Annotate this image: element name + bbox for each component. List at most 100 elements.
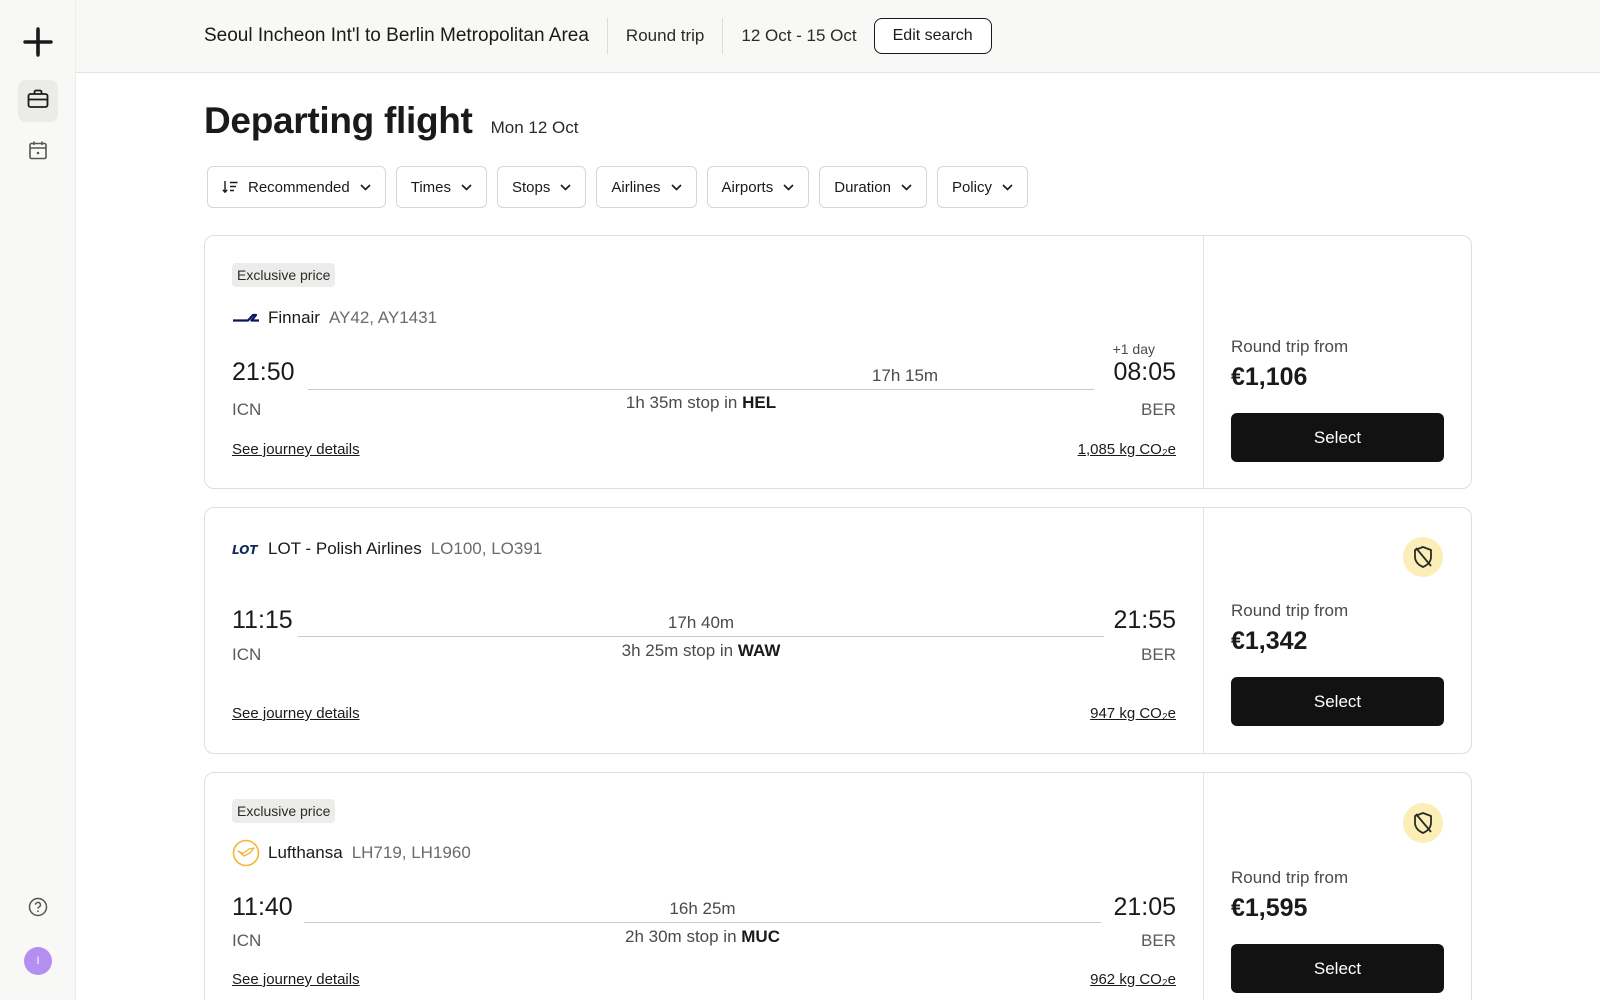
filter-policy[interactable]: Policy (936, 166, 1028, 208)
out-of-policy-shield-icon[interactable] (1403, 803, 1443, 843)
departure-date: Mon 12 Oct (490, 118, 579, 137)
out-of-policy-shield-icon[interactable] (1403, 537, 1443, 577)
filter-airports[interactable]: Airports (706, 166, 810, 208)
chevron-down-icon (670, 183, 682, 191)
lufthansa-logo-icon (232, 839, 260, 867)
stop-duration: 2h 30m stop in (625, 927, 737, 946)
sort-icon (222, 180, 238, 194)
see-journey-details-link[interactable]: See journey details (232, 441, 360, 458)
stop-airport: WAW (737, 641, 781, 660)
select-button[interactable]: Select (1231, 944, 1444, 993)
search-summary-bar: Seoul Incheon Int'l to Berlin Metropolit… (76, 0, 1600, 73)
stop-airport: MUC (741, 927, 780, 946)
price-panel: Round trip from €1,595 Select (1204, 773, 1471, 1000)
filter-label: Duration (834, 178, 891, 196)
flight-card: LOT LOT - Polish Airlines LO100, LO391 1… (204, 507, 1472, 754)
flight-path-line (308, 389, 1094, 390)
flight-duration: 17h 40m (667, 613, 735, 632)
trip-type-text: Round trip (625, 26, 705, 45)
lot-logo-icon: LOT (232, 535, 260, 563)
co2-emissions-link[interactable]: 1,085 kg CO₂e (1078, 441, 1176, 458)
chevron-down-icon (461, 183, 472, 191)
co2-emissions-link[interactable]: 962 kg CO₂e (1090, 971, 1176, 988)
exclusive-price-badge: Exclusive price (232, 263, 336, 287)
flight-path-line (298, 636, 1104, 637)
finnair-logo-icon (232, 304, 260, 332)
flight-duration: 16h 25m (669, 899, 736, 918)
divider (606, 18, 608, 54)
filter-label: Airlines (611, 178, 661, 196)
arrival-time: 21:55 (1113, 606, 1176, 634)
chevron-down-icon (901, 183, 912, 191)
calendar-icon (28, 140, 48, 165)
chevron-down-icon (560, 183, 571, 191)
price-panel: Round trip from €1,342 Select (1204, 508, 1471, 753)
price-value: €1,342 (1231, 627, 1308, 655)
arrival-airport-code: BER (1141, 645, 1176, 664)
filter-stops[interactable]: Stops (497, 166, 587, 208)
select-button[interactable]: Select (1231, 677, 1444, 726)
flight-duration: 17h 15m (871, 366, 939, 385)
price-label: Round trip from (1231, 868, 1349, 887)
flight-info: LOT LOT - Polish Airlines LO100, LO391 1… (205, 508, 1204, 753)
price-label: Round trip from (1231, 601, 1349, 620)
airline-name: LOT - Polish Airlines (268, 539, 422, 558)
exclusive-price-badge: Exclusive price (232, 799, 336, 823)
flight-codes: AY42, AY1431 (328, 308, 438, 327)
avatar[interactable]: I (24, 947, 52, 975)
edit-search-button[interactable]: Edit search (873, 18, 992, 54)
sort-label: Recommended (248, 178, 350, 196)
filter-airlines[interactable]: Airlines (596, 166, 697, 208)
departure-airport-code: ICN (232, 645, 262, 664)
filter-times[interactable]: Times (395, 166, 487, 208)
departure-time: 11:40 (232, 893, 293, 921)
flight-codes: LH719, LH1960 (351, 843, 471, 862)
departure-airport-code: ICN (232, 400, 262, 419)
filter-label: Stops (512, 178, 551, 196)
departure-time: 11:15 (232, 606, 293, 634)
sidebar-item-calendar[interactable] (18, 131, 58, 173)
departure-airport-code: ICN (232, 931, 262, 950)
flight-info: Exclusive price Lufthansa LH719, LH1960 … (205, 773, 1204, 1000)
sort-dropdown[interactable]: Recommended (207, 166, 386, 208)
stop-info: 2h 30m stop in MUC (304, 927, 1101, 947)
flight-card: Exclusive price Finnair AY42, AY1431 +1 … (204, 235, 1472, 489)
airline-name: Finnair (268, 308, 320, 327)
airline-row: LOT LOT - Polish Airlines LO100, LO391 (232, 535, 542, 563)
co2-emissions-link[interactable]: 947 kg CO₂e (1090, 705, 1176, 722)
select-button[interactable]: Select (1231, 413, 1444, 462)
airline-row: Lufthansa LH719, LH1960 (232, 839, 471, 867)
filter-duration[interactable]: Duration (819, 166, 927, 208)
flight-card: Exclusive price Lufthansa LH719, LH1960 … (204, 772, 1472, 1000)
stop-info: 3h 25m stop in WAW (298, 641, 1104, 661)
plane-icon[interactable] (18, 22, 58, 62)
chevron-down-icon (1002, 183, 1013, 191)
see-journey-details-link[interactable]: See journey details (232, 971, 360, 988)
trip-dates-text: 12 Oct - 15 Oct (741, 26, 857, 45)
arrival-airport-code: BER (1141, 400, 1176, 419)
flight-codes: LO100, LO391 (430, 539, 543, 558)
price-value: €1,106 (1231, 363, 1308, 391)
flight-info: Exclusive price Finnair AY42, AY1431 +1 … (205, 236, 1204, 488)
route-text: Seoul Incheon Int'l to Berlin Metropolit… (204, 25, 589, 46)
help-button[interactable] (18, 889, 58, 929)
filter-label: Airports (721, 178, 774, 196)
stop-info: 1h 35m stop in HEL (308, 393, 1094, 413)
filter-bar: Recommended Times Stops Airlines Airport… (207, 166, 1028, 208)
chevron-down-icon (783, 183, 794, 191)
stop-duration: 1h 35m stop in (625, 393, 738, 412)
divider (722, 18, 724, 54)
svg-text:LOT: LOT (232, 543, 258, 556)
airline-row: Finnair AY42, AY1431 (232, 304, 437, 332)
help-icon (28, 897, 48, 922)
arrival-time: 21:05 (1113, 893, 1176, 921)
flight-path-line (304, 922, 1101, 923)
plus-day-label: +1 day (1112, 341, 1155, 357)
see-journey-details-link[interactable]: See journey details (232, 705, 360, 722)
sidebar-item-trips[interactable] (18, 80, 58, 122)
page-heading: Departing flight Mon 12 Oct (204, 100, 578, 142)
chevron-down-icon (360, 183, 371, 191)
stop-airport: HEL (742, 393, 777, 412)
price-label: Round trip from (1231, 337, 1349, 356)
filter-label: Times (410, 178, 451, 196)
